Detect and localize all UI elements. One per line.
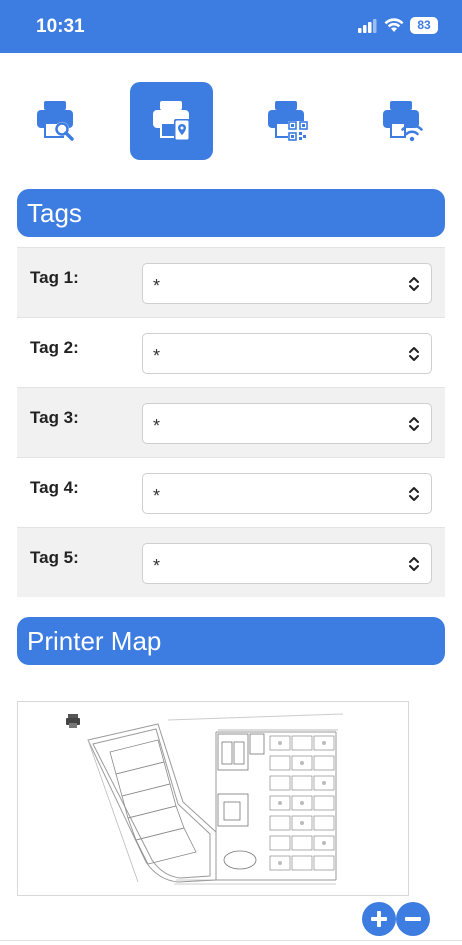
tag-row: Tag 3: * bbox=[17, 387, 445, 457]
signal-icon bbox=[358, 18, 377, 33]
tag-5-select[interactable]: * bbox=[142, 543, 432, 584]
tag-label: Tag 1: bbox=[30, 268, 79, 287]
tag-row: Tag 2: * bbox=[17, 317, 445, 387]
bottom-divider bbox=[0, 940, 462, 941]
status-time: 10:31 bbox=[36, 16, 85, 37]
tag-1-select[interactable]: * bbox=[142, 263, 432, 304]
tag-label: Tag 5: bbox=[30, 548, 79, 567]
printer-mode-toolbar bbox=[0, 82, 462, 160]
tag-row: Tag 5: * bbox=[17, 527, 445, 597]
map-zoom-controls bbox=[362, 902, 430, 936]
zoom-out-button[interactable] bbox=[396, 902, 430, 936]
chevron-updown-icon bbox=[409, 557, 419, 571]
tag-select-value: * bbox=[153, 556, 161, 576]
printer-map-header: Printer Map bbox=[17, 617, 445, 665]
tag-select-value: * bbox=[153, 486, 161, 506]
tag-select-value: * bbox=[153, 346, 161, 366]
tag-3-select[interactable]: * bbox=[142, 403, 432, 444]
chevron-updown-icon bbox=[409, 277, 419, 291]
tag-row: Tag 4: * bbox=[17, 457, 445, 527]
printer-marker-icon bbox=[66, 714, 80, 728]
tags-table: Tag 1: * Tag 2: * Tag 3: * Tag 4: * Tag … bbox=[17, 247, 445, 597]
tag-label: Tag 4: bbox=[30, 478, 79, 497]
battery-indicator: 83 bbox=[410, 17, 438, 34]
zoom-in-button[interactable] bbox=[362, 902, 396, 936]
floor-plan-image bbox=[66, 713, 344, 885]
chevron-updown-icon bbox=[409, 417, 419, 431]
tag-2-select[interactable]: * bbox=[142, 333, 432, 374]
tag-row: Tag 1: * bbox=[17, 247, 445, 317]
minus-icon bbox=[405, 917, 421, 921]
printer-location-icon bbox=[152, 101, 190, 141]
plus-icon bbox=[371, 911, 387, 927]
wifi-icon bbox=[384, 18, 404, 32]
printer-wifi-icon bbox=[382, 101, 423, 142]
tag-label: Tag 2: bbox=[30, 338, 79, 357]
chevron-updown-icon bbox=[409, 347, 419, 361]
status-icons: 83 bbox=[358, 17, 438, 34]
tag-4-select[interactable]: * bbox=[142, 473, 432, 514]
printer-search-icon bbox=[36, 101, 74, 141]
tag-label: Tag 3: bbox=[30, 408, 79, 427]
chevron-updown-icon bbox=[409, 487, 419, 501]
printer-qr-icon bbox=[267, 101, 308, 141]
floor-plan-map[interactable] bbox=[17, 701, 409, 896]
qr-printer-button[interactable] bbox=[245, 82, 328, 160]
wifi-printer-button[interactable] bbox=[360, 82, 443, 160]
tag-select-value: * bbox=[153, 416, 161, 436]
search-printer-button[interactable] bbox=[14, 82, 97, 160]
tag-select-value: * bbox=[153, 276, 161, 296]
location-printer-button[interactable] bbox=[130, 82, 213, 160]
tags-header: Tags bbox=[17, 189, 445, 237]
status-bar: 10:31 83 bbox=[0, 0, 462, 53]
